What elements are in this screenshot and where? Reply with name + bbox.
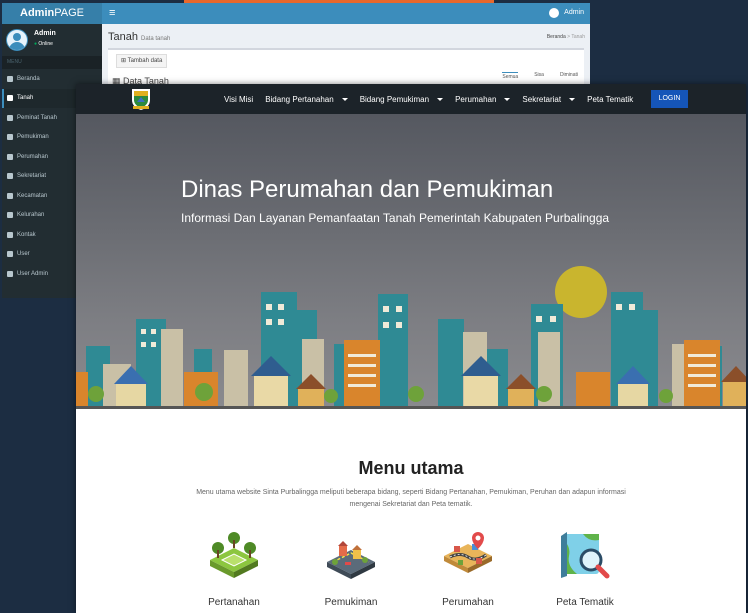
settlement-icon xyxy=(321,526,381,586)
tab-semua[interactable]: Semua xyxy=(502,72,519,80)
nav-menu: Visi Misi Bidang Pertanahan Bidang Pemuk… xyxy=(224,84,645,114)
lock-icon xyxy=(7,270,13,277)
housing-map-icon xyxy=(438,526,498,586)
profile-name: Admin xyxy=(34,30,56,37)
map-search-icon xyxy=(555,526,615,586)
menu-header: MENU xyxy=(2,56,102,69)
login-button[interactable]: LOGIN xyxy=(651,90,688,108)
book-icon xyxy=(7,95,13,102)
crest-logo-icon[interactable] xyxy=(129,87,153,111)
breadcrumb-current: Tanah xyxy=(571,34,585,40)
page-subtitle: Data tanah xyxy=(140,36,171,42)
mail-icon xyxy=(7,231,13,238)
user-panel: Admin ● Online xyxy=(6,29,56,51)
hero-subtitle: Informasi Dan Layanan Pemanfaatan Tanah … xyxy=(181,211,610,225)
add-data-button[interactable]: ⊞ Tambah data xyxy=(116,54,168,68)
online-dot-icon: ● xyxy=(34,41,38,47)
nav-visi-misi[interactable]: Visi Misi xyxy=(224,95,253,104)
card-label: Perumahan xyxy=(442,597,494,608)
profile-status: ● Online xyxy=(34,41,53,47)
caret-down-icon xyxy=(341,97,348,101)
card-label: Pemukiman xyxy=(324,597,378,608)
nav-bidang-pemukiman[interactable]: Bidang Pemukiman xyxy=(360,95,444,104)
card-label: Peta Tematik xyxy=(556,597,614,608)
hero-banner: Dinas Perumahan dan Pemukiman Informasi … xyxy=(76,114,746,409)
caret-down-icon xyxy=(504,97,511,101)
user-menu[interactable]: Admin xyxy=(549,7,584,19)
house-icon xyxy=(7,153,13,160)
building-icon xyxy=(7,134,13,141)
land-plot-icon xyxy=(204,526,264,586)
admin-topbar: AdminPAGE ≡ Admin xyxy=(2,3,590,24)
hero-title: Dinas Perumahan dan Pemukiman xyxy=(181,176,554,203)
public-site-window: Visi Misi Bidang Pertanahan Bidang Pemuk… xyxy=(76,84,746,613)
caret-down-icon xyxy=(437,97,444,101)
box-tabs: Semua Sisa Diminati xyxy=(502,72,578,80)
top-navbar: Visi Misi Bidang Pertanahan Bidang Pemuk… xyxy=(76,84,746,114)
user-icon xyxy=(7,114,13,121)
city-skyline-illustration xyxy=(76,266,746,409)
tab-diminati[interactable]: Diminati xyxy=(560,72,578,80)
breadcrumb-home[interactable]: Beranda xyxy=(547,34,566,40)
card-peta-tematik[interactable]: Peta Tematik xyxy=(527,526,643,608)
card-perumahan[interactable]: Perumahan xyxy=(410,526,526,608)
home-icon xyxy=(7,75,13,82)
admin-logo[interactable]: AdminPAGE xyxy=(2,3,102,24)
bank-icon xyxy=(7,212,13,219)
user-icon xyxy=(7,251,13,258)
card-pemukiman[interactable]: Pemukiman xyxy=(293,526,409,608)
breadcrumb: Beranda > Tanah xyxy=(546,34,585,40)
page-title: Tanah Data tanah xyxy=(108,31,171,43)
caret-down-icon xyxy=(569,97,576,101)
user-name: Admin xyxy=(564,9,584,16)
menu-cards: Pertanahan Pemukiman Perumahan Peta Tema… xyxy=(176,526,666,613)
nav-peta-tematik[interactable]: Peta Tematik xyxy=(587,95,633,104)
user-icon xyxy=(549,8,560,18)
tab-sisa[interactable]: Sisa xyxy=(534,72,544,80)
settings-icon xyxy=(7,173,13,180)
card-label: Pertanahan xyxy=(208,597,260,608)
bank-icon xyxy=(7,192,13,199)
card-pertanahan[interactable]: Pertanahan xyxy=(176,526,292,608)
menu-section-title: Menu utama xyxy=(358,458,464,478)
sidebar-toggle-button[interactable]: ≡ xyxy=(109,6,115,20)
nav-perumahan[interactable]: Perumahan xyxy=(455,95,511,104)
nav-sekretariat[interactable]: Sekretariat xyxy=(522,95,576,104)
avatar xyxy=(6,29,28,51)
menu-section-description: Menu utama website Sinta Purbalingga mel… xyxy=(196,489,626,508)
nav-bidang-pertanahan[interactable]: Bidang Pertanahan xyxy=(265,95,348,104)
